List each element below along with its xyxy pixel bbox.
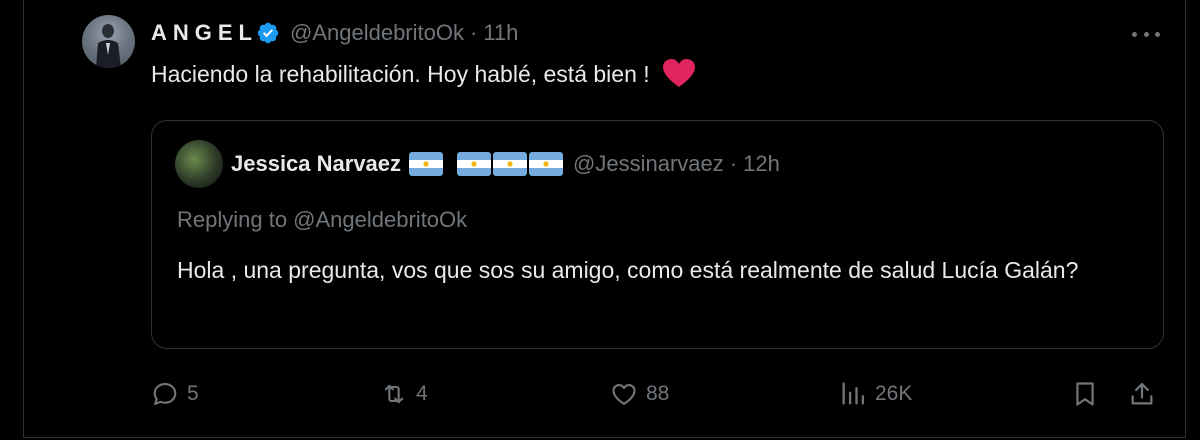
repost-icon — [384, 384, 404, 404]
repost-button[interactable]: 4 — [380, 370, 428, 418]
like-count: 88 — [646, 382, 670, 405]
argentina-flag-icon — [529, 152, 564, 176]
more-options-icon[interactable] — [1132, 24, 1160, 44]
separator-dot: · — [469, 20, 478, 45]
quoted-tweet[interactable]: Jessica Narvaez @Jessinarvaez · 12h Repl… — [151, 120, 1164, 349]
views-button[interactable]: 26K — [839, 370, 912, 418]
bookmark-button[interactable] — [1071, 370, 1099, 418]
quoted-author-avatar[interactable] — [175, 140, 223, 188]
quoted-tweet-time: 12h — [743, 151, 780, 176]
argentina-flag-icon — [409, 152, 444, 176]
quoted-author-handle: @Jessinarvaez — [573, 151, 724, 176]
avatar-image — [82, 15, 135, 68]
replying-to-label: Replying to @AngeldebritoOk — [177, 207, 468, 232]
share-icon — [1131, 382, 1153, 405]
heart-outline-icon — [612, 383, 636, 405]
bookmark-icon — [1076, 382, 1094, 406]
quoted-tweet-text: Hola , una pregunta, vos que sos su amig… — [177, 257, 1079, 283]
tweet-body: Haciendo la rehabilitación. Hoy hablé, e… — [151, 58, 696, 88]
reply-count: 5 — [187, 382, 199, 405]
tweet-text: Haciendo la rehabilitación. Hoy hablé, e… — [151, 61, 650, 87]
author-name[interactable]: ANGEL — [151, 20, 258, 46]
repost-count: 4 — [416, 382, 428, 405]
argentina-flag-icon — [457, 152, 492, 176]
red-heart-icon — [663, 59, 696, 87]
tweet-actions-bar: 5 4 88 26K — [151, 370, 1164, 418]
quoted-author-name: Jessica Narvaez — [231, 151, 402, 176]
tweet-header: ANGEL @AngeldebritoOk · 11h — [151, 17, 518, 49]
share-button[interactable] — [1128, 370, 1156, 418]
tweet-time[interactable]: 11h — [483, 20, 518, 46]
author-handle[interactable]: @AngeldebritoOk — [290, 20, 464, 46]
separator-dot: · — [729, 151, 738, 176]
reply-button[interactable]: 5 — [151, 370, 199, 418]
author-avatar[interactable] — [82, 15, 135, 93]
like-button[interactable]: 88 — [610, 370, 669, 418]
quoted-tweet-header: Jessica Narvaez @Jessinarvaez · 12h — [175, 140, 780, 188]
verified-badge-icon[interactable] — [256, 21, 280, 45]
views-count: 26K — [875, 382, 913, 405]
reply-icon — [153, 383, 177, 405]
views-chart-icon — [842, 382, 865, 405]
argentina-flag-icon — [493, 152, 528, 176]
